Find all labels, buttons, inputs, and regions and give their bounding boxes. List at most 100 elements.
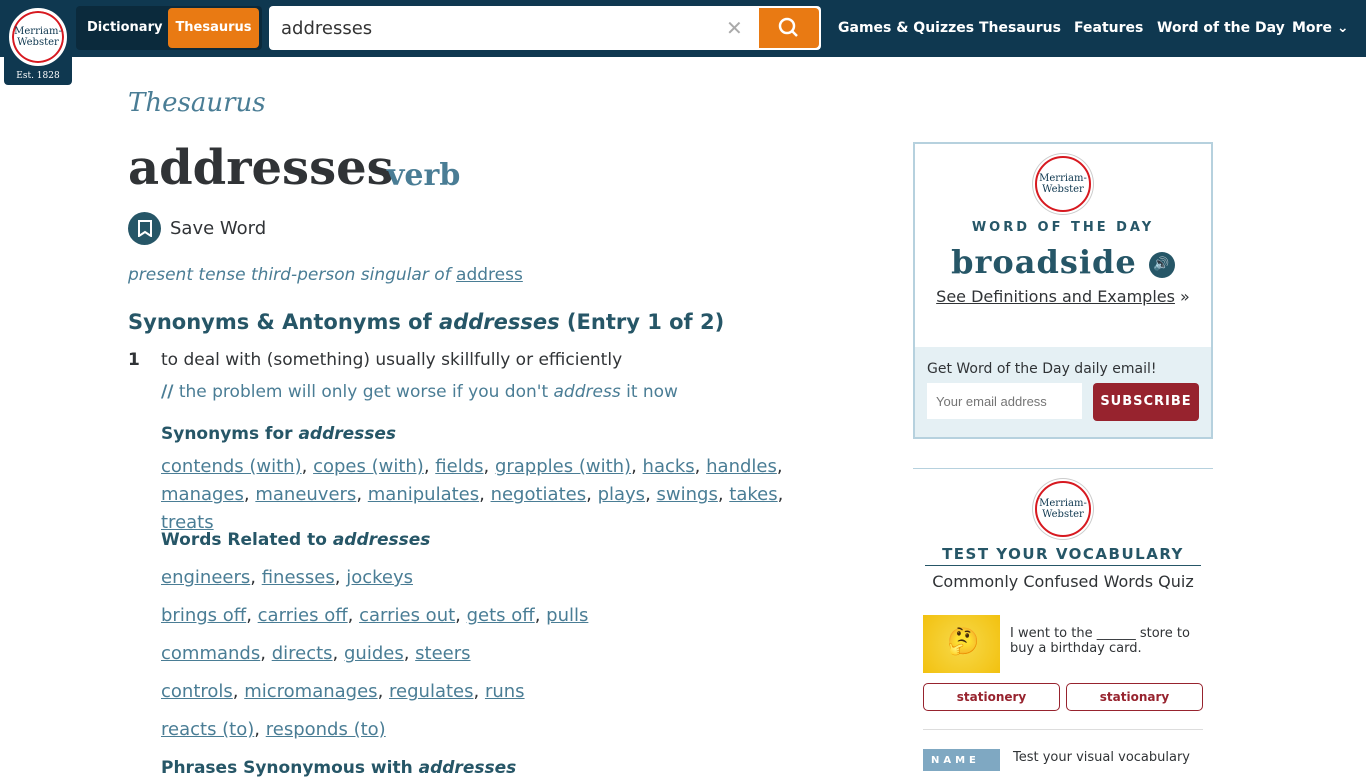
heading-post: (Entry 1 of 2) [566,310,725,334]
search-icon [778,17,798,37]
word-link[interactable]: jockeys [346,567,413,588]
email-input[interactable] [927,383,1082,419]
word-link[interactable]: plays [598,484,646,505]
chevron-down-icon: ⌄ [1336,20,1349,36]
section-title: Thesaurus [128,88,266,118]
word-link[interactable]: hacks [643,456,695,477]
search-box: ✕ [269,6,821,50]
word-link[interactable]: runs [485,681,525,702]
word-link[interactable]: reacts (to) [161,719,254,740]
mw-seal: Merriam- Webster [1035,481,1091,537]
word-link[interactable]: responds (to) [266,719,386,740]
synonyms-heading: Synonyms for addresses [161,424,396,444]
search-button[interactable] [759,8,819,48]
nav-games[interactable]: Games & Quizzes [838,20,974,36]
example-word: address [553,382,621,402]
wod-link[interactable]: See Definitions and Examples [936,287,1175,306]
word-link[interactable]: negotiates [491,484,587,505]
quiz-label: TEST YOUR VOCABULARY [925,545,1201,566]
word-link[interactable]: regulates [389,681,473,702]
word-link[interactable]: steers [415,643,470,664]
word-link[interactable]: controls [161,681,233,702]
quiz-image: 🤔 [923,615,1000,673]
logo[interactable]: Merriam- Webster Est. 1828 [4,0,72,85]
related-group: reacts (to), responds (to) [161,719,386,740]
related-list: engineers, finesses, jockeys brings off, … [161,559,861,749]
example-post: it now [626,382,678,402]
wod-link-row: See Definitions and Examples » [936,287,1190,306]
quiz-option[interactable]: stationery [923,683,1060,711]
word-link[interactable]: takes [729,484,777,505]
word-link[interactable]: fields [435,456,483,477]
heading-word: addresses [439,310,560,334]
word-link[interactable]: swings [657,484,718,505]
nav-features[interactable]: Features [1074,20,1143,36]
email-prompt: Get Word of the Day daily email! [927,361,1157,377]
vocabulary-quiz-card: Merriam- Webster TEST YOUR VOCABULARY Com… [913,468,1213,771]
save-word-button[interactable]: Save Word [128,212,266,245]
quiz-option[interactable]: stationary [1066,683,1203,711]
header: Dictionary Thesaurus ✕ Games & Quizzes T… [0,0,1366,57]
word-link[interactable]: carries off [258,605,348,626]
word-of-the-day-card: Merriam- Webster WORD OF THE DAY broadsid… [913,142,1213,439]
mw-seal: Merriam- Webster [1035,156,1091,212]
word-link[interactable]: directs [272,643,333,664]
related-group: brings off, carries off, carries out, ge… [161,605,589,626]
save-word-label: Save Word [170,218,267,239]
word-link[interactable]: micromanages [244,681,377,702]
word-link[interactable]: contends (with) [161,456,302,477]
word-link[interactable]: finesses [262,567,335,588]
divider [923,729,1203,730]
clear-icon[interactable]: ✕ [726,16,743,40]
bookmark-icon [128,212,161,245]
logo-seal: Merriam- Webster [9,8,67,66]
search-input[interactable] [281,14,711,42]
part-of-speech: verb [387,158,461,193]
entry-heading: Synonyms & Antonyms of addresses (Entry … [128,310,724,334]
related-group: engineers, finesses, jockeys [161,567,413,588]
gloss: present tense third-person singular of a… [128,265,523,285]
word-link[interactable]: gets off [467,605,535,626]
dictionary-tab[interactable]: Dictionary [87,20,162,35]
word-link[interactable]: manages [161,484,244,505]
audio-icon[interactable]: 🔊 [1148,251,1175,278]
definition: to deal with (something) usually skillfu… [161,350,623,370]
synonyms-word: addresses [298,424,397,444]
thinking-face-icon: 🤔 [947,627,980,657]
wod-label: WORD OF THE DAY [971,220,1155,235]
subscribe-button[interactable]: SUBSCRIBE [1093,383,1199,421]
word-link[interactable]: manipulates [368,484,479,505]
thesaurus-tab[interactable]: Thesaurus [168,8,259,48]
visual-quiz-text[interactable]: Test your visual vocabulary [1013,750,1190,765]
headword: addresses [128,140,394,196]
word-link[interactable]: maneuvers [255,484,356,505]
phrases-label: Phrases Synonymous with [161,758,413,778]
related-group: commands, directs, guides, steers [161,643,471,664]
word-link[interactable]: carries out [359,605,455,626]
example: // the problem will only get worse if yo… [161,382,678,402]
synonym-list: contends (with), copes (with), fields, g… [161,456,784,533]
example-pre: the problem will only get worse if you d… [178,382,549,402]
word-link[interactable]: brings off [161,605,246,626]
synonyms-label: Synonyms for [161,424,293,444]
nav-word-of-the-day[interactable]: Word of the Day [1157,20,1285,36]
gloss-prefix: present tense third-person singular of [128,265,451,285]
word-link[interactable]: commands [161,643,260,664]
email-signup: Get Word of the Day daily email! SUBSCRI… [915,347,1211,437]
word-link[interactable]: engineers [161,567,250,588]
logo-est: Est. 1828 [16,71,60,81]
mode-switch: Dictionary Thesaurus [76,6,262,50]
related-word: addresses [332,530,431,550]
quiz-title[interactable]: Commonly Confused Words Quiz [913,572,1213,591]
word-link[interactable]: grapples (with) [495,456,631,477]
wod-word[interactable]: broadside 🔊 [915,243,1211,281]
word-link[interactable]: pulls [546,605,588,626]
phrases-heading: Phrases Synonymous with addresses [161,758,516,778]
gloss-link[interactable]: address [456,265,523,285]
word-link[interactable]: handles [706,456,777,477]
nav-more[interactable]: More ⌄ [1292,20,1349,36]
word-link[interactable]: copes (with) [313,456,424,477]
nav-thesaurus[interactable]: Thesaurus [979,20,1061,36]
word-link[interactable]: guides [344,643,404,664]
wod-word-text: broadside [951,243,1137,281]
